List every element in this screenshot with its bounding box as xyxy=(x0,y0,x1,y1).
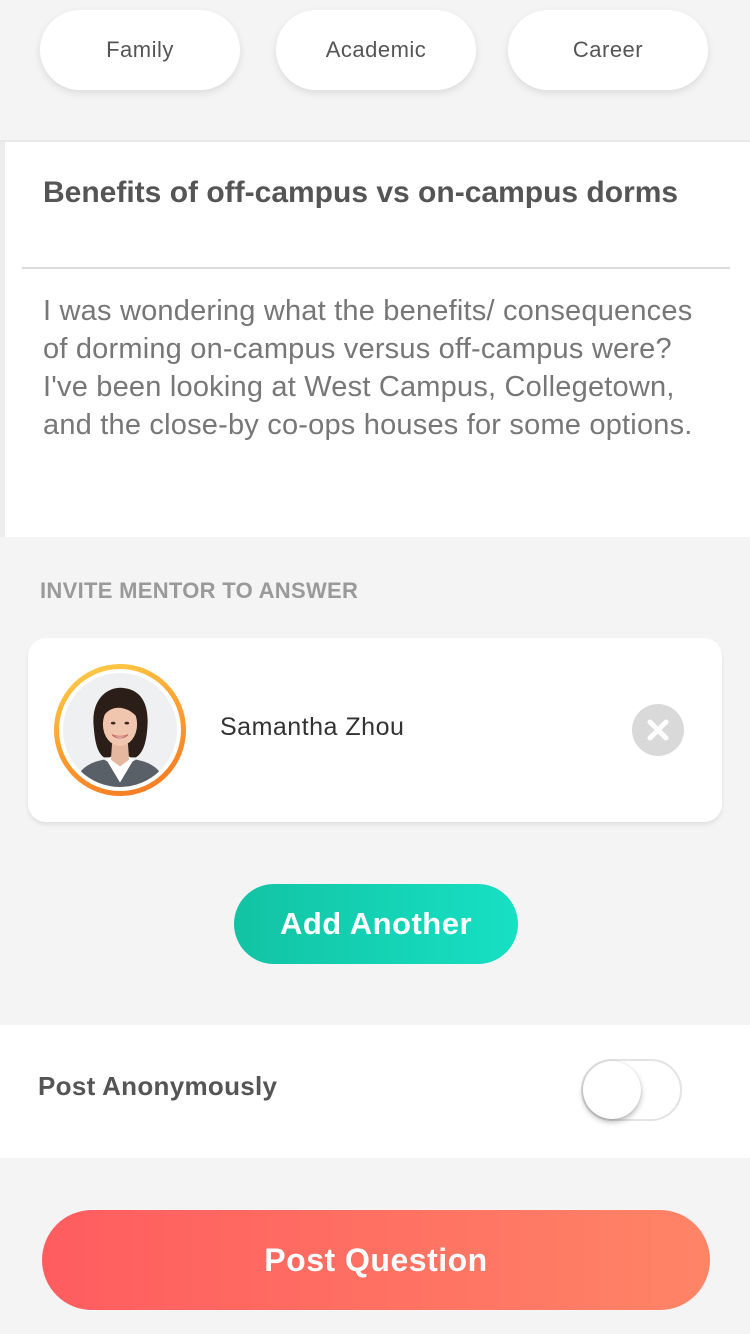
category-chips: Family Academic Career xyxy=(0,0,750,140)
invite-mentor-label: INVITE MENTOR TO ANSWER xyxy=(40,578,359,603)
mentor-name: Samantha Zhou xyxy=(220,713,405,741)
ask-question-screen: Family Academic Career Benefits of off-c… xyxy=(0,0,750,1334)
question-body[interactable]: I was wondering what the benefits/ conse… xyxy=(43,292,723,444)
category-chip-family[interactable]: Family xyxy=(40,10,240,90)
post-anonymously-toggle[interactable] xyxy=(581,1059,682,1121)
mentor-card: Samantha Zhou xyxy=(28,638,722,822)
category-chip-academic[interactable]: Academic xyxy=(276,10,476,90)
question-title[interactable]: Benefits of off-campus vs on-campus dorm… xyxy=(43,174,683,212)
question-card: Benefits of off-campus vs on-campus dorm… xyxy=(0,140,750,537)
post-anonymously-label: Post Anonymously xyxy=(38,1071,278,1101)
post-question-button[interactable]: Post Question xyxy=(42,1210,710,1310)
close-circle-icon xyxy=(647,719,669,741)
remove-mentor-button[interactable] xyxy=(632,704,684,756)
add-another-button[interactable]: Add Another xyxy=(234,884,518,964)
post-anonymously-row: Post Anonymously xyxy=(0,1025,750,1158)
mentor-photo xyxy=(63,673,177,787)
toggle-knob xyxy=(583,1061,641,1119)
avatar xyxy=(54,664,186,796)
category-chip-career[interactable]: Career xyxy=(508,10,708,90)
question-divider xyxy=(22,267,730,269)
